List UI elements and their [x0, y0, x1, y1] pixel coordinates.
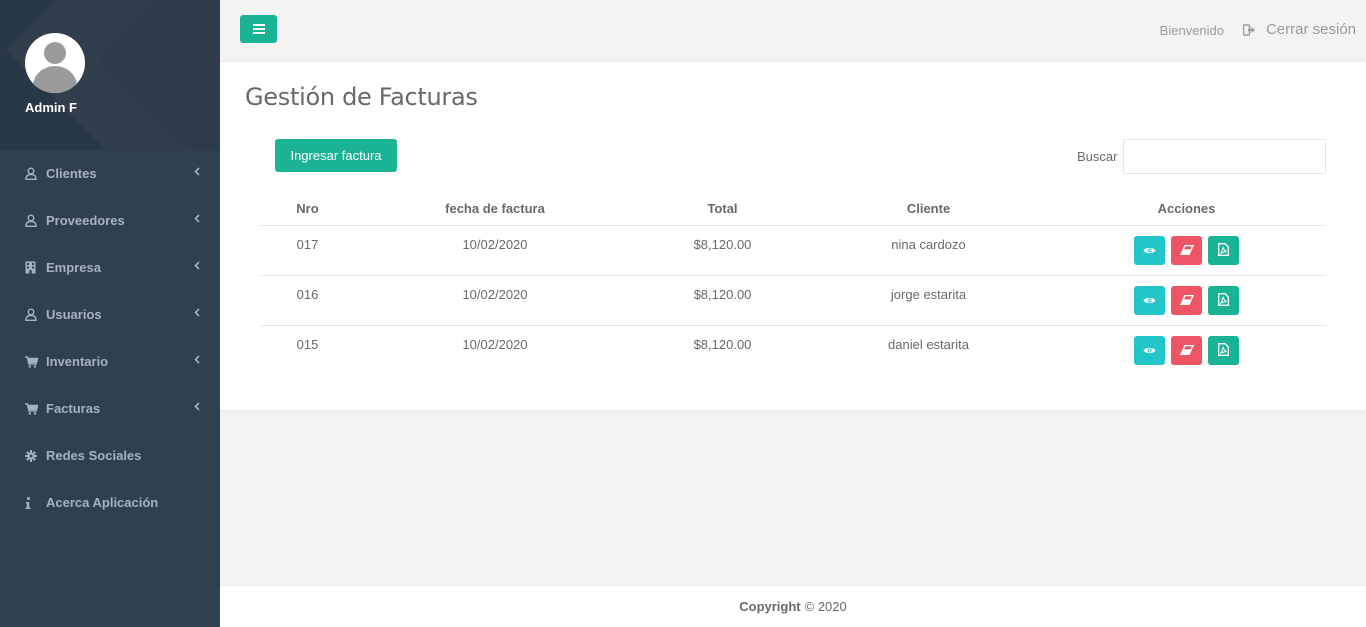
chevron-left-icon [194, 402, 200, 414]
cell-total: $8,120.00 [693, 287, 752, 302]
column-header-nro[interactable]: Nro [260, 201, 355, 216]
hamburger-icon [252, 24, 265, 34]
cell-total: $8,120.00 [693, 337, 752, 352]
user-icon [25, 167, 41, 180]
cell-cliente: nina cardozo [891, 237, 966, 252]
top-navbar: Bienvenido Cerrar sesión [220, 0, 1366, 62]
sidebar-item-label: Proveedores [46, 213, 125, 228]
add-invoice-button[interactable]: Ingresar factura [275, 139, 397, 172]
file-pdf-icon [1218, 292, 1229, 309]
cell-fecha: 10/02/2020 [462, 337, 528, 352]
pdf-invoice-button[interactable] [1208, 286, 1239, 315]
avatar[interactable] [25, 33, 85, 93]
cell-total: $8,120.00 [693, 237, 752, 252]
cell-acciones [1047, 226, 1326, 275]
cell-nro: 017 [296, 237, 319, 252]
table-row: 017 10/02/2020 $8,120.00 nina cardozo [260, 226, 1326, 276]
footer: Copyright © 2020 [220, 585, 1366, 627]
sidebar-item-redes-sociales[interactable]: Redes Sociales [0, 432, 220, 479]
invoices-table: Nro fecha de factura Total Cliente Accio… [260, 192, 1326, 376]
eraser-icon [1179, 293, 1194, 308]
cell-fecha: 10/02/2020 [462, 237, 528, 252]
user-icon [25, 214, 41, 227]
pdf-invoice-button[interactable] [1208, 236, 1239, 265]
cart-icon [25, 355, 41, 368]
sign-out-icon [1242, 23, 1256, 36]
chevron-left-icon [194, 214, 200, 226]
building-icon [25, 261, 41, 274]
search-label: Buscar [1077, 149, 1118, 164]
eye-icon [1143, 343, 1156, 358]
table-body: 017 10/02/2020 $8,120.00 nina cardozo 016 10/… [260, 226, 1326, 376]
user-icon [25, 308, 41, 321]
column-header-total[interactable]: Total [635, 201, 810, 216]
cell-fecha: 10/02/2020 [462, 287, 528, 302]
view-invoice-button[interactable] [1134, 286, 1165, 315]
eraser-icon [1179, 343, 1194, 358]
sidebar-item-acerca-aplicacion[interactable]: Acerca Aplicación [0, 479, 220, 526]
file-pdf-icon [1218, 242, 1229, 259]
delete-invoice-button[interactable] [1171, 286, 1202, 315]
copyright-year: © 2020 [804, 599, 847, 614]
sidebar-item-inventario[interactable]: Inventario [0, 338, 220, 385]
sidebar-item-label: Facturas [46, 401, 101, 416]
gear-icon [25, 449, 41, 462]
page-title: Gestión de Facturas [245, 83, 478, 111]
cell-acciones [1047, 276, 1326, 325]
chevron-left-icon [194, 308, 200, 320]
sidebar-item-proveedores[interactable]: Proveedores [0, 197, 220, 244]
view-invoice-button[interactable] [1134, 236, 1165, 265]
logout-label: Cerrar sesión [1265, 21, 1356, 38]
delete-invoice-button[interactable] [1171, 236, 1202, 265]
view-invoice-button[interactable] [1134, 336, 1165, 365]
eraser-icon [1179, 243, 1194, 258]
chevron-left-icon [194, 167, 200, 179]
sidebar-item-empresa[interactable]: Empresa [0, 244, 220, 291]
sidebar-menu: Clientes Proveedores Empresa Usuarios Invent… [0, 150, 220, 526]
pdf-invoice-button[interactable] [1208, 336, 1239, 365]
menu-toggle-button[interactable] [240, 15, 277, 43]
sidebar-item-facturas[interactable]: Facturas [0, 385, 220, 432]
profile-name[interactable]: Admin F [25, 100, 77, 115]
eye-icon [1143, 243, 1156, 258]
chevron-left-icon [194, 261, 200, 273]
sidebar-item-label: Inventario [46, 354, 109, 369]
info-icon [25, 496, 41, 509]
sidebar-item-label: Acerca Aplicación [46, 495, 159, 510]
sidebar: Admin F Clientes Proveedores Empresa Usuari… [0, 0, 220, 627]
sidebar-item-label: Redes Sociales [46, 448, 142, 463]
eye-icon [1143, 293, 1156, 308]
table-row: 015 10/02/2020 $8,120.00 daniel estarita [260, 326, 1326, 376]
sidebar-item-clientes[interactable]: Clientes [0, 150, 220, 197]
welcome-text: Bienvenido [1159, 23, 1224, 38]
chevron-left-icon [194, 355, 200, 367]
column-header-acciones: Acciones [1157, 201, 1216, 216]
delete-invoice-button[interactable] [1171, 336, 1202, 365]
cell-cliente: jorge estarita [890, 287, 967, 302]
table-row: 016 10/02/2020 $8,120.00 jorge estarita [260, 276, 1326, 326]
copyright-label: Copyright [739, 599, 801, 614]
table-header: Nro fecha de factura Total Cliente Accio… [260, 192, 1326, 226]
cell-acciones [1047, 326, 1326, 376]
file-pdf-icon [1218, 342, 1229, 359]
column-header-cliente[interactable]: Cliente [810, 201, 1047, 216]
main-content: Gestión de Facturas Ingresar factura Bus… [220, 62, 1366, 411]
cell-nro: 016 [296, 287, 319, 302]
cart-icon [25, 402, 41, 415]
sidebar-item-label: Empresa [46, 260, 101, 275]
logout-link[interactable]: Cerrar sesión [1242, 21, 1356, 38]
sidebar-item-label: Usuarios [46, 307, 102, 322]
sidebar-item-label: Clientes [46, 166, 97, 181]
search-input[interactable] [1123, 139, 1326, 174]
cell-cliente: daniel estarita [888, 337, 969, 352]
profile-header: Admin F [0, 0, 220, 150]
column-header-fecha[interactable]: fecha de factura [355, 201, 635, 216]
sidebar-item-usuarios[interactable]: Usuarios [0, 291, 220, 338]
cell-nro: 015 [296, 337, 319, 352]
